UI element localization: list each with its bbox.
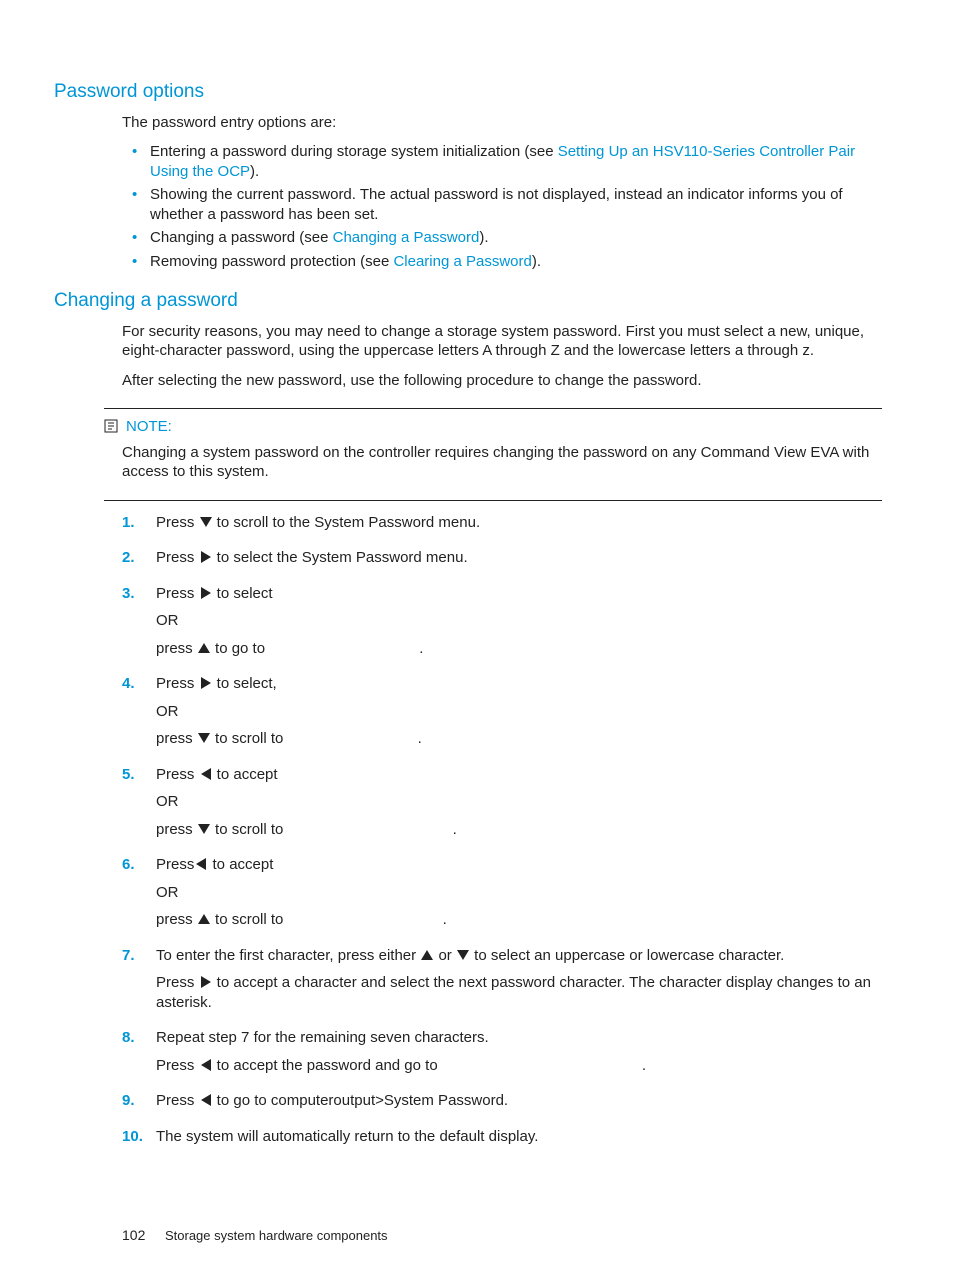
text: to scroll to the System Password menu.	[213, 514, 481, 531]
text: to go to computeroutput>System Password.	[213, 1092, 509, 1109]
text: .	[642, 1057, 646, 1074]
text: Press	[156, 1092, 199, 1109]
text: ).	[250, 163, 259, 180]
text: to accept	[208, 856, 273, 873]
text: .	[419, 640, 423, 657]
heading-changing-password: Changing a password	[54, 289, 882, 314]
right-arrow-icon	[199, 550, 213, 564]
list-item: Removing password protection (see Cleari…	[122, 252, 882, 272]
list-item: Changing a password (see Changing a Pass…	[122, 228, 882, 248]
text: Changing a password (see	[150, 229, 333, 246]
text: .	[443, 911, 447, 928]
text: ).	[532, 253, 541, 270]
para-security: For security reasons, you may need to ch…	[122, 322, 882, 361]
heading-password-options: Password options	[54, 80, 882, 105]
link-changing-password[interactable]: Changing a Password	[333, 229, 480, 246]
footer-title: Storage system hardware components	[165, 1228, 388, 1243]
text: Press	[156, 514, 199, 531]
text: to scroll to	[211, 821, 288, 838]
text: Showing the current password. The actual…	[150, 186, 843, 223]
text: to accept a character and select the nex…	[156, 974, 871, 1011]
list-item: Showing the current password. The actual…	[122, 185, 882, 224]
left-arrow-icon	[199, 1093, 213, 1107]
or-text: OR	[156, 702, 882, 722]
step-5: Press to accept OR press to scroll to .	[122, 765, 882, 840]
step-1: Press to scroll to the System Password m…	[122, 513, 882, 533]
down-arrow-icon	[197, 731, 211, 745]
text: Press	[156, 675, 199, 692]
note-body: Changing a system password on the contro…	[122, 443, 882, 482]
right-arrow-icon	[199, 975, 213, 989]
step-10: The system will automatically return to …	[122, 1127, 882, 1147]
steps-list: Press to scroll to the System Password m…	[122, 513, 882, 1147]
up-arrow-icon	[197, 641, 211, 655]
text: to scroll to	[211, 911, 288, 928]
text: press	[156, 730, 197, 747]
text: to select	[213, 585, 273, 602]
page-number: 102	[122, 1227, 145, 1243]
text: Press	[156, 549, 199, 566]
text: press	[156, 911, 197, 928]
intro-text: The password entry options are:	[122, 113, 882, 133]
step-6: Press to accept OR press to scroll to .	[122, 855, 882, 930]
left-arrow-icon	[194, 857, 208, 871]
step-9: Press to go to computeroutput>System Pas…	[122, 1091, 882, 1111]
step-8: Repeat step 7 for the remaining seven ch…	[122, 1028, 882, 1075]
link-clearing-password[interactable]: Clearing a Password	[393, 253, 531, 270]
note-icon	[104, 419, 120, 433]
text: press	[156, 821, 197, 838]
step-7: To enter the first character, press eith…	[122, 946, 882, 1013]
step-2: Press to select the System Password menu…	[122, 548, 882, 568]
text: Press	[156, 1057, 199, 1074]
text: Repeat step 7 for the remaining seven ch…	[156, 1028, 882, 1048]
page-footer: 102 Storage system hardware components	[54, 1226, 882, 1245]
text: to select the System Password menu.	[213, 549, 468, 566]
or-text: OR	[156, 883, 882, 903]
divider	[104, 500, 882, 501]
text: press	[156, 640, 197, 657]
up-arrow-icon	[197, 912, 211, 926]
para-procedure: After selecting the new password, use th…	[122, 371, 882, 391]
text: Press	[156, 766, 199, 783]
down-arrow-icon	[199, 515, 213, 529]
text: to scroll to	[211, 730, 288, 747]
note-label: NOTE:	[126, 417, 172, 437]
or-text: OR	[156, 611, 882, 631]
text: Press	[156, 974, 199, 991]
left-arrow-icon	[199, 767, 213, 781]
up-arrow-icon	[420, 948, 434, 962]
text: The system will automatically return to …	[156, 1128, 538, 1145]
text: to select,	[213, 675, 277, 692]
list-item: Entering a password during storage syste…	[122, 142, 882, 181]
step-4: Press to select, OR press to scroll to .	[122, 674, 882, 749]
text: .	[418, 730, 422, 747]
right-arrow-icon	[199, 586, 213, 600]
right-arrow-icon	[199, 676, 213, 690]
left-arrow-icon	[199, 1058, 213, 1072]
text: ).	[479, 229, 488, 246]
or-text: OR	[156, 792, 882, 812]
text: Removing password protection (see	[150, 253, 393, 270]
text: .	[453, 821, 457, 838]
text: to accept the password and go to	[213, 1057, 442, 1074]
text: or	[434, 947, 456, 964]
down-arrow-icon	[197, 822, 211, 836]
text: Press	[156, 856, 194, 873]
options-list: Entering a password during storage syste…	[122, 142, 882, 271]
text: to accept	[213, 766, 278, 783]
step-3: Press to select OR press to go to .	[122, 584, 882, 659]
text: to go to	[211, 640, 269, 657]
down-arrow-icon	[456, 948, 470, 962]
text: Entering a password during storage syste…	[150, 143, 558, 160]
text: To enter the first character, press eith…	[156, 947, 420, 964]
divider	[104, 408, 882, 409]
text: Press	[156, 585, 199, 602]
text: to select an uppercase or lowercase char…	[470, 947, 784, 964]
